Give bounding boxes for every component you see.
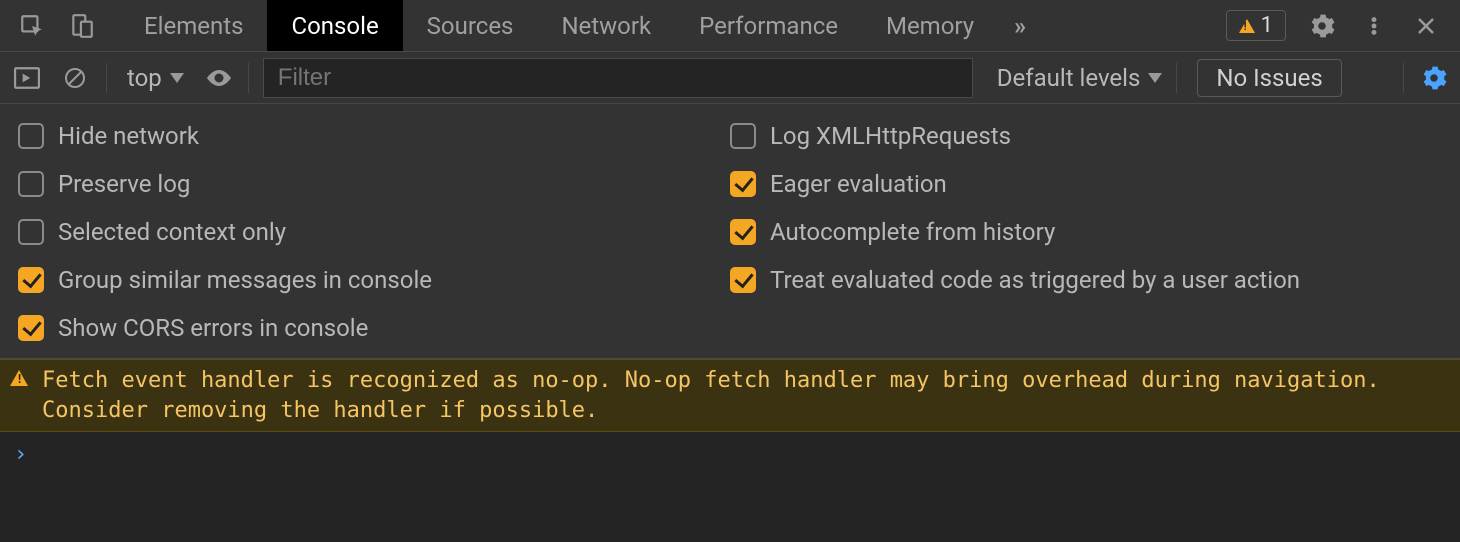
console-warning-message[interactable]: Fetch event handler is recognized as no-…	[0, 359, 1460, 432]
checkbox-icon	[18, 219, 44, 245]
tabbar-trailing: 1	[1226, 10, 1460, 42]
setting-user-action-eval[interactable]: Treat evaluated code as triggered by a u…	[730, 266, 1442, 294]
console-toolbar: top Default levels No Issues	[0, 52, 1460, 104]
prompt-chevron-icon: ›	[14, 442, 27, 467]
setting-selected-context-only[interactable]: Selected context only	[18, 218, 730, 246]
tab-memory[interactable]: Memory	[862, 0, 998, 51]
tab-elements[interactable]: Elements	[120, 0, 267, 51]
setting-label: Show CORS errors in console	[58, 314, 368, 342]
checkbox-icon	[730, 267, 756, 293]
divider	[1176, 63, 1177, 93]
divider	[106, 63, 107, 93]
setting-show-cors-errors[interactable]: Show CORS errors in console	[18, 314, 730, 342]
warning-triangle-icon	[10, 370, 28, 386]
setting-label: Log XMLHttpRequests	[770, 122, 1011, 150]
checkbox-icon	[18, 123, 44, 149]
setting-autocomplete-history[interactable]: Autocomplete from history	[730, 218, 1442, 246]
warning-text: Fetch event handler is recognized as no-…	[42, 366, 1446, 425]
checkbox-icon	[730, 123, 756, 149]
tab-performance[interactable]: Performance	[675, 0, 862, 51]
console-settings-gear-icon[interactable]	[1418, 62, 1450, 94]
setting-label: Hide network	[58, 122, 199, 150]
clear-console-icon[interactable]	[58, 61, 92, 95]
levels-label: Default levels	[997, 64, 1141, 92]
log-levels-selector[interactable]: Default levels	[997, 64, 1163, 92]
setting-label: Group similar messages in console	[58, 266, 432, 294]
setting-eager-evaluation[interactable]: Eager evaluation	[730, 170, 1442, 198]
setting-label: Treat evaluated code as triggered by a u…	[770, 266, 1300, 294]
inspect-element-icon[interactable]	[16, 10, 48, 42]
tabs: Elements Console Sources Network Perform…	[120, 0, 1042, 51]
execution-context-selector[interactable]: top	[121, 64, 190, 92]
sidebar-toggle-icon[interactable]	[10, 61, 44, 95]
devtools-tabbar: Elements Console Sources Network Perform…	[0, 0, 1460, 52]
warnings-count: 1	[1261, 13, 1273, 38]
issues-button[interactable]: No Issues	[1197, 59, 1341, 97]
chevron-down-icon	[170, 73, 184, 83]
close-icon[interactable]	[1410, 10, 1442, 42]
more-tabs-button[interactable]: »	[998, 0, 1042, 51]
setting-hide-network[interactable]: Hide network	[18, 122, 730, 150]
tabbar-leading-icons	[0, 10, 120, 42]
setting-log-xhr[interactable]: Log XMLHttpRequests	[730, 122, 1442, 150]
console-settings-panel: Hide network Log XMLHttpRequests Preserv…	[0, 104, 1460, 359]
context-label: top	[127, 64, 162, 92]
console-prompt[interactable]: ›	[0, 432, 1460, 477]
checkbox-icon	[18, 315, 44, 341]
chevron-down-icon	[1148, 73, 1162, 83]
tab-network[interactable]: Network	[537, 0, 675, 51]
setting-label: Eager evaluation	[770, 170, 947, 198]
setting-group-similar[interactable]: Group similar messages in console	[18, 266, 730, 294]
device-toggle-icon[interactable]	[66, 10, 98, 42]
warning-triangle-icon	[1239, 19, 1255, 33]
live-expression-icon[interactable]	[204, 68, 234, 88]
setting-label: Selected context only	[58, 218, 286, 246]
kebab-menu-icon[interactable]	[1358, 10, 1390, 42]
setting-label: Preserve log	[58, 170, 190, 198]
divider	[248, 63, 249, 93]
divider	[1403, 63, 1404, 93]
setting-preserve-log[interactable]: Preserve log	[18, 170, 730, 198]
tab-console[interactable]: Console	[267, 0, 402, 51]
settings-gear-icon[interactable]	[1306, 10, 1338, 42]
setting-label: Autocomplete from history	[770, 218, 1055, 246]
checkbox-icon	[730, 171, 756, 197]
filter-input[interactable]	[263, 58, 973, 98]
checkbox-icon	[18, 171, 44, 197]
tab-sources[interactable]: Sources	[403, 0, 538, 51]
warnings-badge[interactable]: 1	[1226, 10, 1286, 41]
checkbox-icon	[730, 219, 756, 245]
checkbox-icon	[18, 267, 44, 293]
